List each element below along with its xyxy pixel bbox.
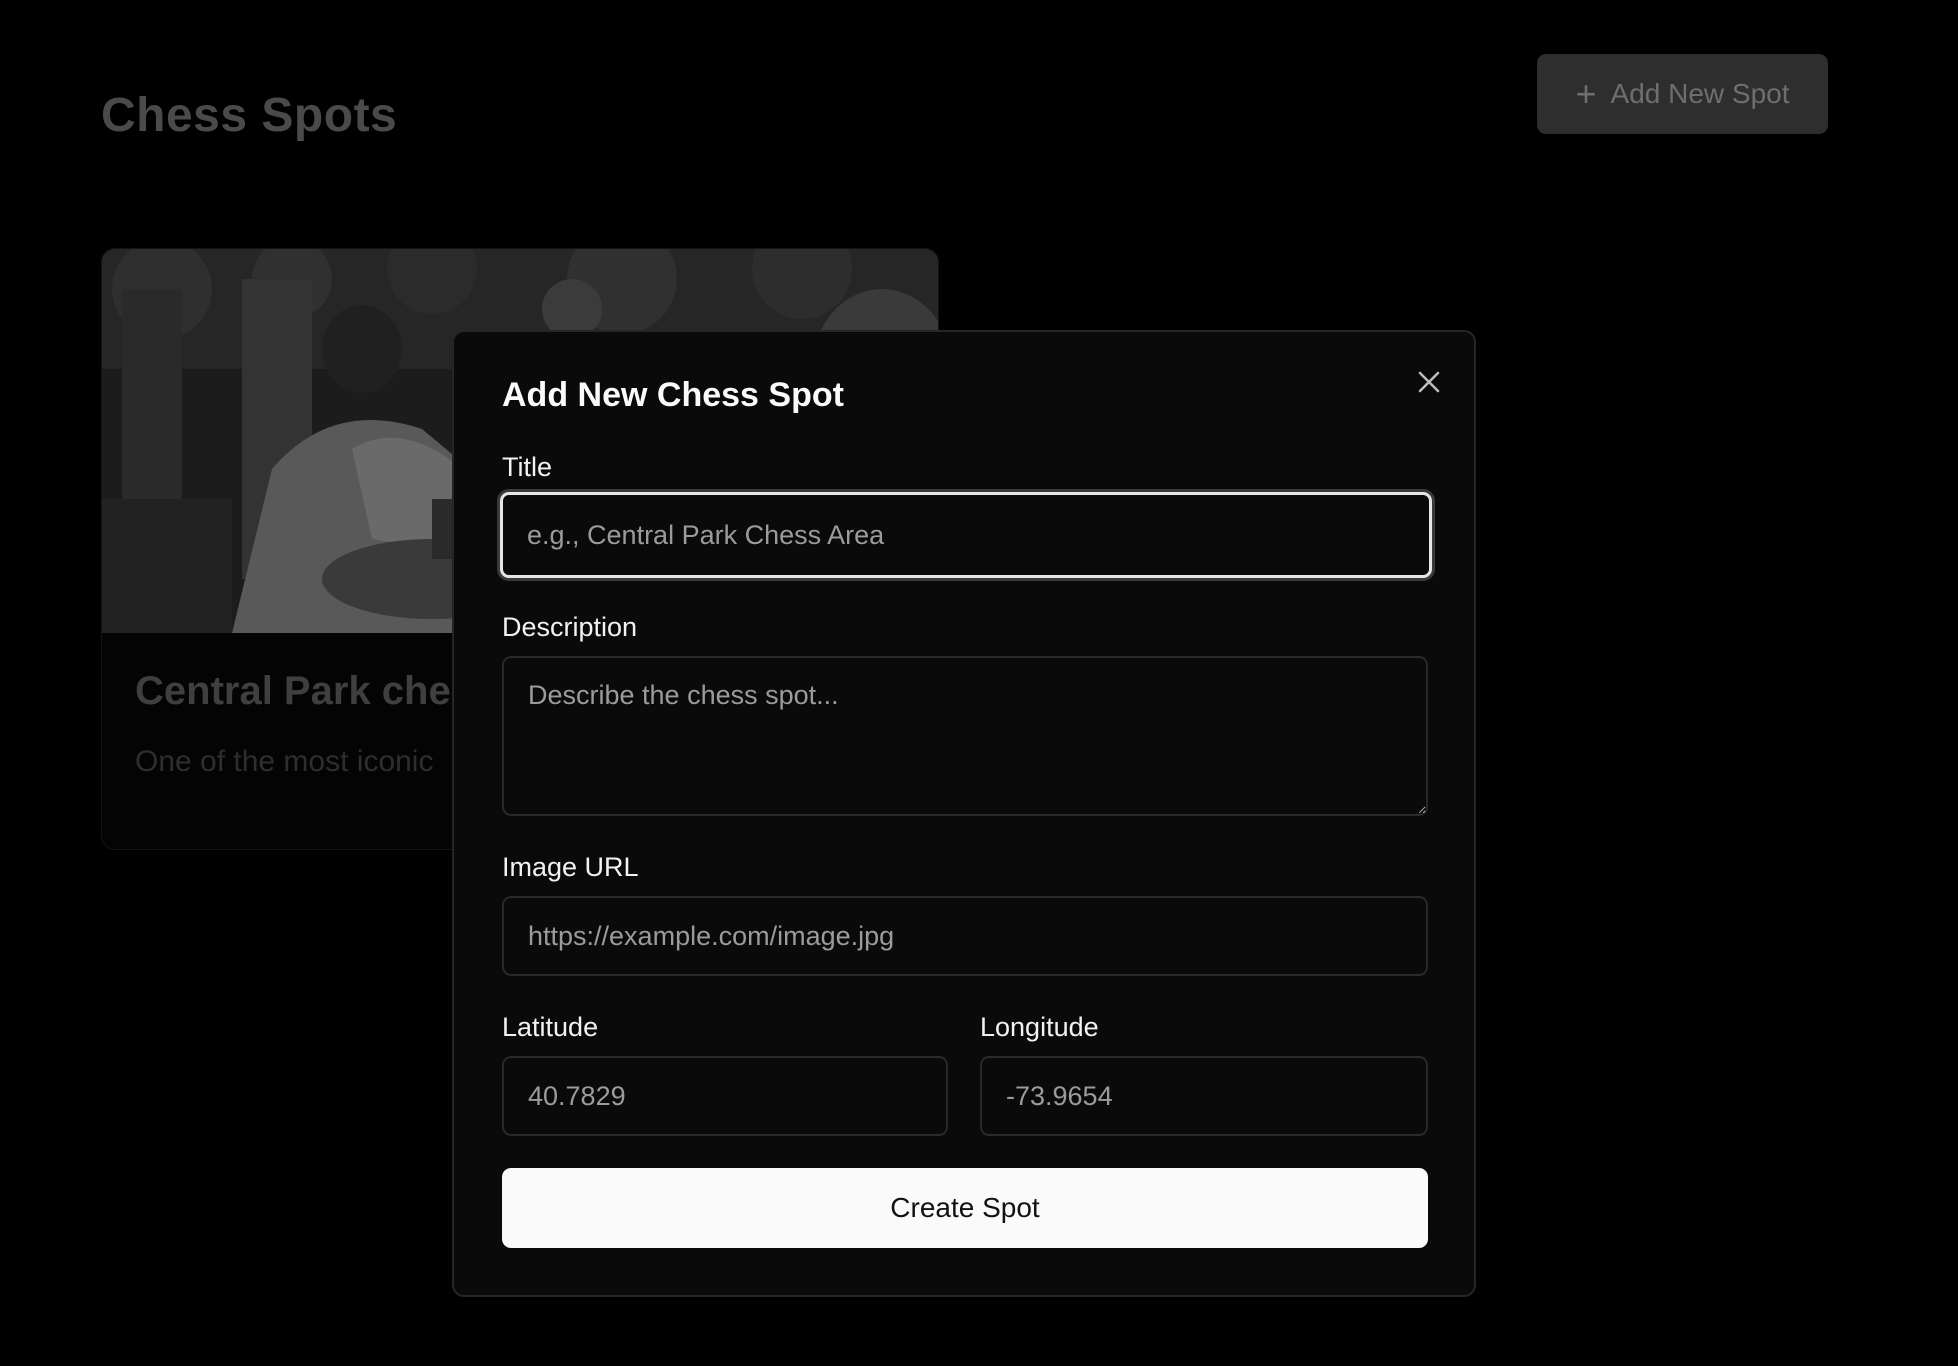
title-label: Title [502,452,553,482]
image-url-input[interactable] [502,896,1428,976]
create-spot-button[interactable]: Create Spot [502,1168,1428,1248]
add-new-spot-label: Add New Spot [1610,78,1790,109]
spot-card-title: Central Park che [135,669,451,713]
page-title: Chess Spots [101,89,398,142]
plus-icon: + [1575,73,1597,114]
add-spot-modal: Add New Chess Spot Title Description Ima… [452,330,1476,1297]
close-button[interactable] [1412,367,1446,401]
spot-card-description: One of the most iconic [135,745,434,778]
description-textarea[interactable] [502,656,1428,816]
image-url-label: Image URL [502,852,639,882]
description-label: Description [502,612,638,642]
latitude-input[interactable] [502,1056,948,1136]
modal-title: Add New Chess Spot [502,376,844,414]
title-input[interactable] [500,492,1432,578]
latitude-label: Latitude [502,1012,599,1042]
close-icon [1418,371,1440,398]
longitude-input[interactable] [980,1056,1428,1136]
add-new-spot-button[interactable]: + Add New Spot [1537,54,1828,134]
longitude-label: Longitude [980,1012,1099,1042]
page: Chess Spots + Add New Spot Central Park … [0,0,1958,1366]
